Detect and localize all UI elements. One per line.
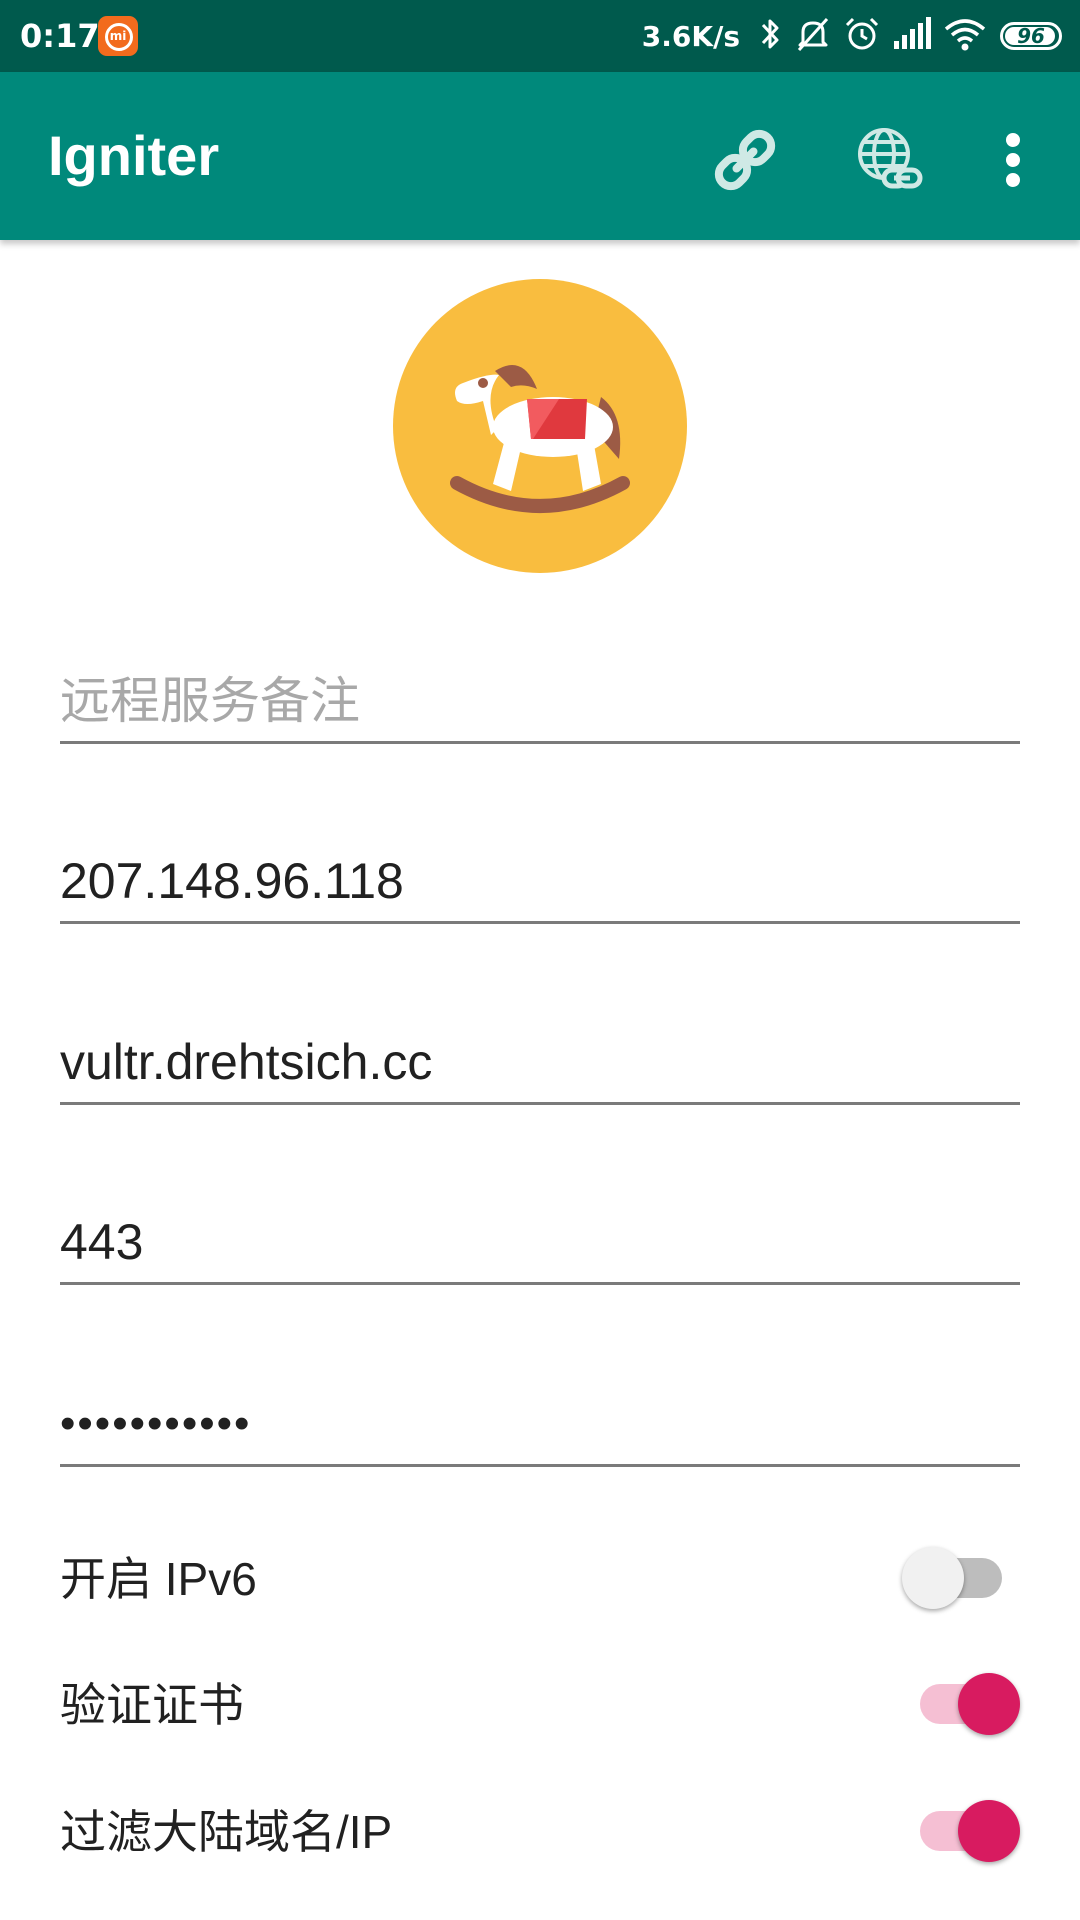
link-button[interactable] (705, 120, 785, 200)
bypass-china-toggle-row[interactable]: 过滤大陆域名/IP (60, 1780, 1020, 1880)
more-vert-icon (1006, 133, 1020, 187)
ipv6-toggle-label: 开启 IPv6 (60, 1553, 257, 1605)
verify-cert-toggle-row[interactable]: 验证证书 (60, 1653, 1020, 1753)
alarm-icon (844, 16, 880, 56)
rocking-horse-icon (393, 279, 687, 573)
more-options-button[interactable] (975, 120, 1035, 200)
status-time: 0:17 (20, 17, 100, 55)
domain-input[interactable] (60, 1021, 1020, 1105)
battery-icon: 96 (1000, 22, 1062, 50)
mi-notification-icon: mi (98, 16, 138, 56)
mute-icon (794, 15, 832, 57)
ipv6-switch[interactable] (890, 1547, 1020, 1609)
wifi-icon (944, 17, 986, 55)
link-icon (714, 129, 776, 191)
remark-input[interactable] (60, 660, 1020, 744)
globe-link-button[interactable] (848, 120, 928, 200)
server-ip-input[interactable] (60, 840, 1020, 924)
net-speed: 3.6K/s (641, 19, 740, 53)
igniter-screen: 0:17 mi 3.6K/s 96 Igniter 远程服务备注 207.148… (0, 0, 1080, 1920)
port-input[interactable] (60, 1201, 1020, 1285)
verify-cert-toggle-label: 验证证书 (60, 1679, 244, 1731)
app-bar: Igniter (0, 72, 1080, 240)
app-title: Igniter (48, 124, 220, 187)
verify-cert-switch[interactable] (890, 1673, 1020, 1735)
switch-thumb (958, 1673, 1020, 1735)
switch-thumb (902, 1547, 964, 1609)
mi-badge-text: mi (109, 29, 127, 43)
status-icons: 3.6K/s 96 (642, 14, 1062, 58)
bypass-china-switch[interactable] (890, 1800, 1020, 1862)
globe-link-icon (858, 128, 923, 189)
bypass-china-toggle-label: 过滤大陆域名/IP (60, 1806, 393, 1858)
password-input[interactable] (60, 1383, 1020, 1467)
bluetooth-icon (760, 16, 782, 56)
status-bar: 0:17 mi 3.6K/s 96 (0, 0, 1080, 72)
rocking-horse-logo (393, 279, 687, 573)
ipv6-toggle-row[interactable]: 开启 IPv6 (60, 1527, 1020, 1627)
signal-icon (892, 17, 932, 55)
switch-thumb (958, 1800, 1020, 1862)
battery-level: 96 (1017, 24, 1045, 48)
